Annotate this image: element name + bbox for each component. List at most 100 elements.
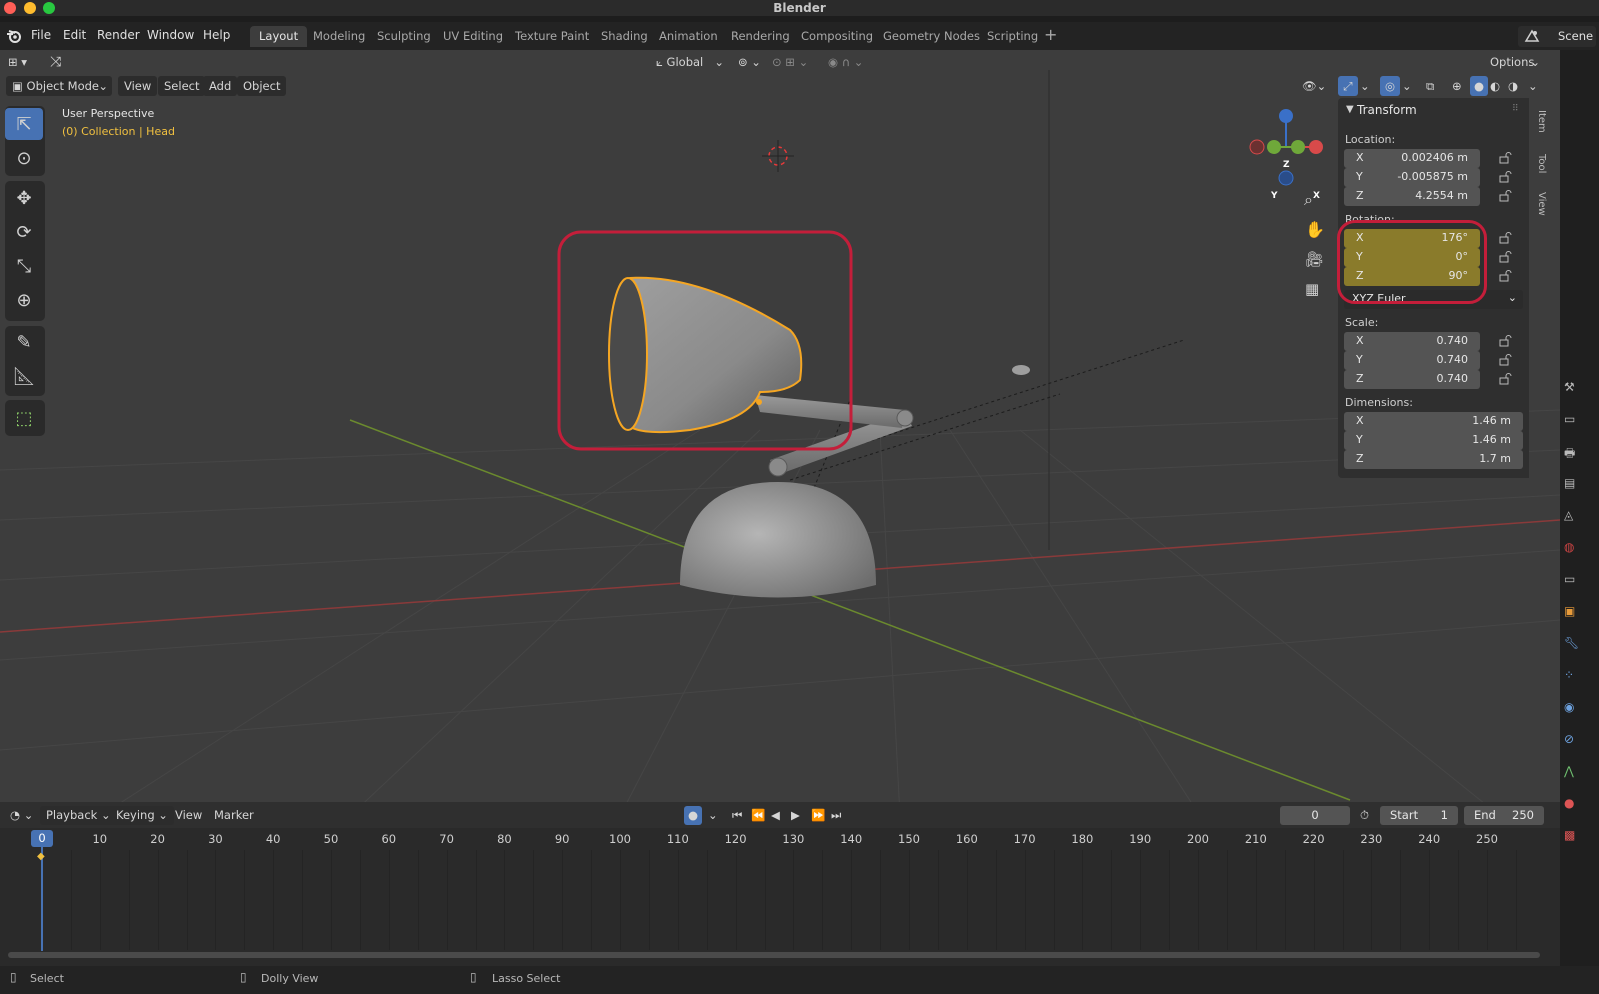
solid-shading-icon[interactable]: ● [1470, 76, 1488, 96]
overlay-toggle-icon[interactable]: ◎ [1380, 76, 1400, 96]
lock-rotation-z-icon[interactable] [1499, 270, 1513, 282]
lamp-joint-lower[interactable] [768, 457, 788, 477]
properties-modifier-icon[interactable]: 🔧︎ [1564, 636, 1579, 650]
pan-hand-icon[interactable]: ✋ [1305, 220, 1325, 239]
transform-orientation-dropdown[interactable]: ⟀ Global ⌄ [650, 52, 728, 72]
navigation-gizmo[interactable] [1249, 109, 1323, 186]
properties-scene-icon[interactable]: ◬ [1564, 508, 1573, 522]
menu-file[interactable]: File [31, 28, 51, 42]
add-menu[interactable]: Add [203, 76, 238, 96]
auto-keying-chevron-icon[interactable]: ⌄ [702, 806, 724, 825]
play-reverse-icon[interactable]: ◀ [765, 806, 786, 825]
timeline-editor-type-icon[interactable]: ◔ ⌄ [4, 806, 39, 825]
jump-to-end-icon[interactable]: ⏭ [825, 806, 847, 825]
wireframe-shading-icon[interactable]: ⊕ [1452, 76, 1462, 96]
measure-tool-icon[interactable]: 📐︎ [5, 360, 43, 392]
properties-view-layer-icon[interactable]: ▤ [1564, 476, 1575, 490]
add-cube-tool-icon[interactable]: ⬚ [5, 402, 43, 434]
dimensions-y-field[interactable]: Y 1.46 m [1344, 431, 1523, 450]
tab-animation[interactable]: Animation [650, 26, 727, 47]
object-menu[interactable]: Object [237, 76, 287, 96]
start-frame-field[interactable]: Start 1 [1380, 806, 1458, 825]
cursor-tool-icon[interactable]: ⊙ [5, 142, 43, 174]
properties-physics-icon[interactable]: ◉ [1564, 700, 1574, 714]
tab-shading[interactable]: Shading [592, 26, 657, 47]
menu-render[interactable]: Render [97, 28, 140, 42]
tab-scripting[interactable]: Scripting [978, 26, 1047, 47]
lamp-bulb[interactable] [1012, 365, 1030, 375]
scale-tool-icon[interactable]: ⤡ [5, 250, 43, 282]
blender-logo-icon[interactable] [6, 28, 22, 44]
tab-texture-paint[interactable]: Texture Paint [506, 26, 598, 47]
menu-help[interactable]: Help [203, 28, 230, 42]
location-y-field[interactable]: Y -0.005875 m [1344, 168, 1480, 187]
material-shading-icon[interactable]: ◐ [1490, 76, 1500, 96]
timeline-view-menu[interactable]: View [169, 806, 208, 825]
keying-menu[interactable]: Keying ⌄ [110, 806, 174, 825]
scale-x-field[interactable]: X 0.740 [1344, 332, 1480, 351]
gizmo-toggle-icon[interactable]: ⤢ [1338, 76, 1358, 96]
rotate-tool-icon[interactable]: ⟳ [5, 216, 43, 248]
properties-particles-icon[interactable]: ⁘ [1564, 668, 1574, 682]
lock-scale-z-icon[interactable] [1499, 373, 1513, 385]
lock-scale-y-icon[interactable] [1499, 354, 1513, 366]
tab-compositing[interactable]: Compositing [792, 26, 882, 47]
properties-material-icon[interactable]: ● [1564, 796, 1574, 810]
pivot-point-icon[interactable]: ⊚ ⌄ [738, 52, 761, 72]
move-tool-icon[interactable]: ✥ [5, 182, 43, 214]
timeline-scrollbar[interactable] [8, 952, 1540, 958]
options-dropdown[interactable]: Options ⌄ [1484, 52, 1544, 72]
viewport-scene[interactable] [0, 50, 1560, 816]
panel-drag-handle-icon[interactable]: ⠿ [1512, 104, 1519, 114]
lock-scale-x-icon[interactable] [1499, 335, 1513, 347]
add-workspace-icon[interactable]: + [1044, 25, 1057, 44]
editor-type-icon[interactable]: ⊞ ▾ [8, 52, 27, 72]
lock-rotation-x-icon[interactable] [1499, 232, 1513, 244]
transform-tool-icon[interactable]: ⤨ [50, 52, 61, 72]
properties-constraints-icon[interactable]: ⊘ [1564, 732, 1574, 746]
shading-chevron-icon[interactable]: ⌄ [1528, 76, 1538, 96]
lock-location-x-icon[interactable] [1499, 152, 1513, 164]
tab-sculpting[interactable]: Sculpting [368, 26, 440, 47]
sidebar-tab-view[interactable]: View [1533, 192, 1547, 216]
dimensions-z-field[interactable]: Z 1.7 m [1344, 450, 1523, 469]
preview-range-icon[interactable]: ⏱ [1354, 806, 1375, 825]
location-x-field[interactable]: X 0.002406 m [1344, 149, 1480, 168]
lock-location-z-icon[interactable] [1499, 190, 1513, 202]
gizmo-chevron-icon[interactable]: ⌄ [1360, 76, 1370, 96]
properties-world-icon[interactable]: ◍ [1564, 540, 1574, 554]
end-frame-field[interactable]: End 250 [1464, 806, 1544, 825]
transform-tool-icon[interactable]: ⊕ [5, 284, 43, 316]
properties-texture-icon[interactable]: ▩ [1564, 828, 1575, 842]
keyframe-icon[interactable]: ◆ [37, 851, 45, 862]
lamp-arm-upper[interactable] [755, 395, 905, 428]
collapse-chevron-icon[interactable]: ▼ [1346, 104, 1354, 115]
playhead[interactable]: 0 [31, 830, 53, 847]
lamp-joint[interactable] [896, 409, 914, 427]
rendered-shading-icon[interactable]: ◑ [1508, 76, 1518, 96]
scale-y-field[interactable]: Y 0.740 [1344, 351, 1480, 370]
snap-icon[interactable]: ⊙ ⊞ ⌄ [772, 52, 808, 72]
annotate-tool-icon[interactable]: ✎ [5, 326, 43, 358]
properties-tool-icon[interactable]: ⚒ [1564, 380, 1575, 394]
select-box-tool-icon[interactable]: ⇱ [5, 108, 43, 140]
lock-location-y-icon[interactable] [1499, 171, 1513, 183]
overlay-chevron-icon[interactable]: ⌄ [1402, 76, 1412, 96]
menu-edit[interactable]: Edit [63, 28, 86, 42]
scale-z-field[interactable]: Z 0.740 [1344, 370, 1480, 389]
proportional-edit-icon[interactable]: ◉ ∩ ⌄ [828, 52, 863, 72]
object-mode-dropdown[interactable]: ▣ Object Mode ⌄ [6, 76, 112, 96]
current-frame-field[interactable]: 0 [1280, 806, 1350, 825]
menu-window[interactable]: Window [147, 28, 194, 42]
properties-output-icon[interactable]: 🖶︎ [1564, 444, 1575, 465]
tab-geometry-nodes[interactable]: Geometry Nodes [874, 26, 989, 47]
view-menu[interactable]: View [118, 76, 158, 96]
properties-collection-icon[interactable]: ▭ [1564, 572, 1575, 586]
tab-rendering[interactable]: Rendering [722, 26, 799, 47]
camera-view-icon[interactable]: 🎥︎ [1305, 250, 1324, 268]
properties-render-icon[interactable]: ▭ [1564, 412, 1575, 426]
marker-menu[interactable]: Marker [208, 806, 260, 825]
tab-modeling[interactable]: Modeling [304, 26, 374, 47]
dimensions-x-field[interactable]: X 1.46 m [1344, 412, 1523, 431]
transform-section-title[interactable]: Transform [1357, 103, 1417, 117]
